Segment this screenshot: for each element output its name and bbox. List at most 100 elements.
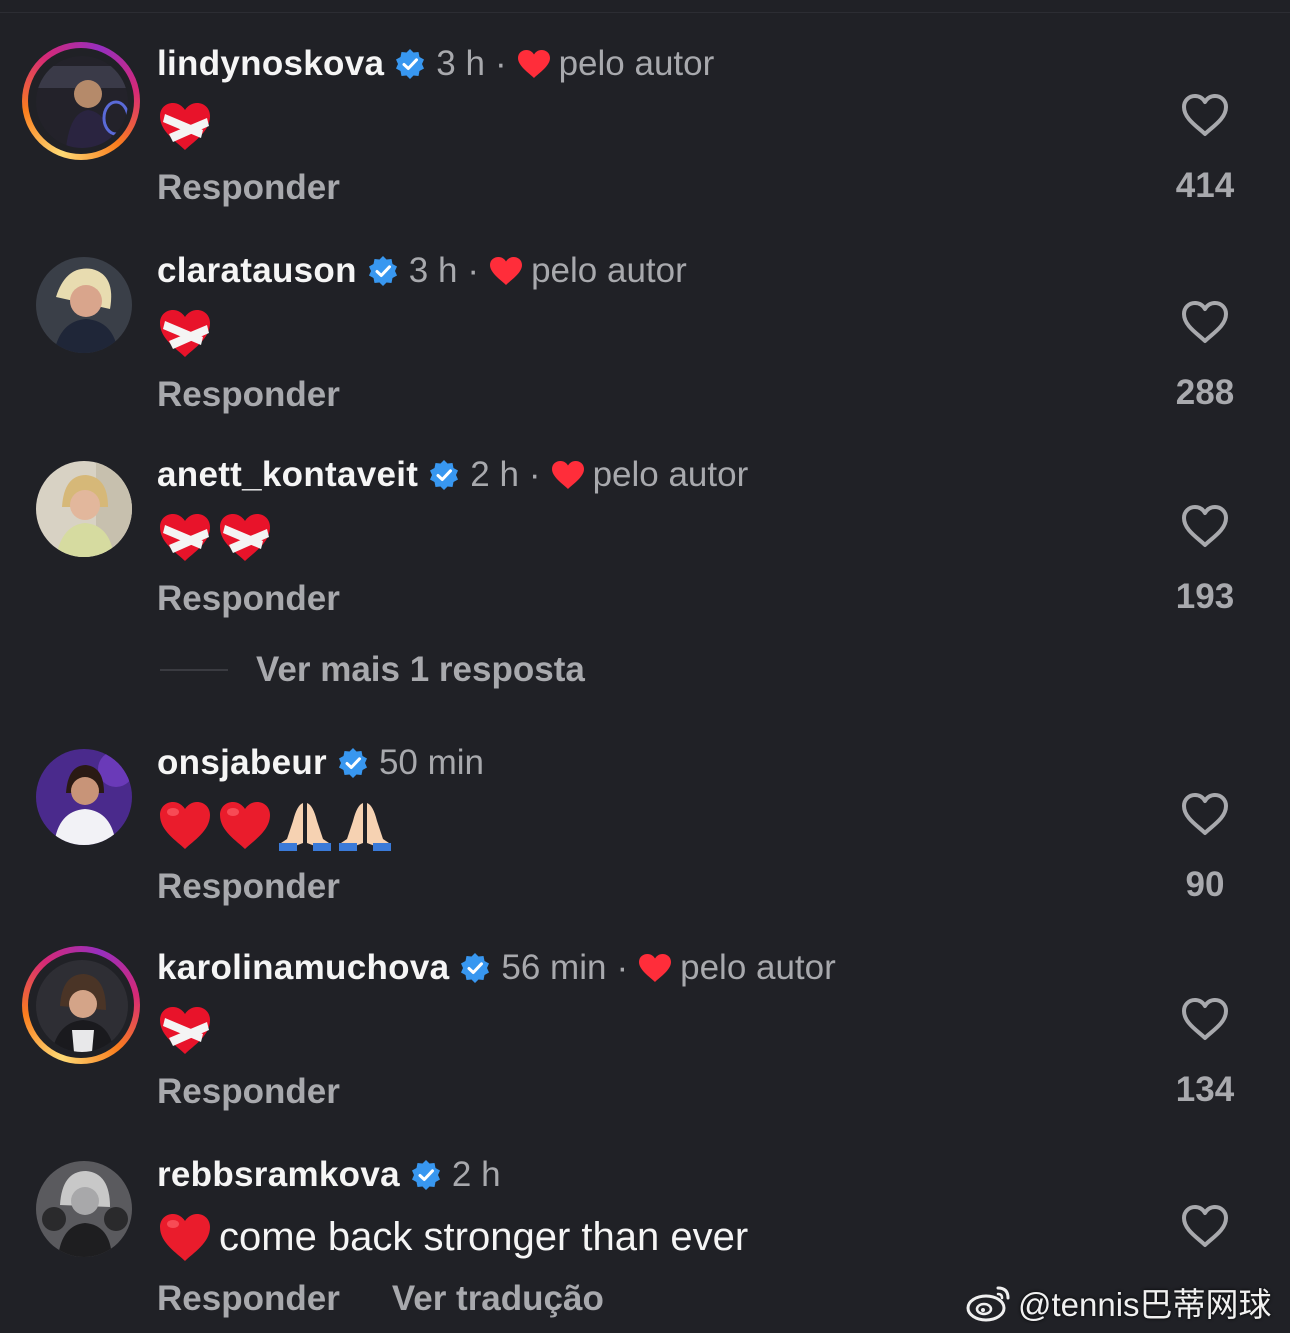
comment-actions: Responder xyxy=(157,579,340,619)
reply-button[interactable]: Responder xyxy=(157,375,340,415)
top-divider xyxy=(0,12,1290,13)
username[interactable]: anett_kontaveit xyxy=(157,455,418,495)
avatar[interactable] xyxy=(22,42,140,160)
reply-button[interactable]: Responder xyxy=(157,579,340,619)
like-count: 90 xyxy=(1185,865,1225,904)
comment-actions: Responder xyxy=(157,375,340,415)
comment-item: karolinamuchova 56 min · pelo autor Resp… xyxy=(0,946,1290,1116)
comment-actions: Responder Ver tradução xyxy=(157,1279,604,1319)
liked-by-author-label: pelo autor xyxy=(558,44,715,83)
author-like-heart-icon xyxy=(490,257,523,285)
replies-divider-line xyxy=(160,669,228,671)
reply-button[interactable]: Responder xyxy=(157,1279,340,1319)
like-heart-icon[interactable] xyxy=(1180,996,1230,1042)
avatar[interactable] xyxy=(22,453,140,571)
username[interactable]: karolinamuchova xyxy=(157,948,449,988)
comment-body xyxy=(157,96,217,156)
mending-heart-emoji-icon xyxy=(160,1007,210,1054)
like-count: 288 xyxy=(1175,373,1235,412)
comment-body xyxy=(157,303,217,363)
avatar[interactable] xyxy=(22,741,140,859)
verified-badge-icon xyxy=(338,748,367,778)
avatar-image xyxy=(36,461,132,557)
avatar-image xyxy=(36,56,128,148)
avatar-image xyxy=(36,1161,132,1257)
comment-header: onsjabeur 50 min xyxy=(157,741,484,785)
red-heart-emoji-icon xyxy=(160,1214,210,1261)
separator-dot: · xyxy=(494,44,507,83)
username[interactable]: rebbsramkova xyxy=(157,1155,400,1195)
mending-heart-emoji-icon xyxy=(160,103,210,150)
liked-by-author-label: pelo autor xyxy=(531,251,687,290)
comment-body xyxy=(157,795,397,855)
comment-time: 2 h xyxy=(451,1155,501,1194)
comment-item: anett_kontaveit 2 h · pelo autor Respond… xyxy=(0,453,1290,623)
verified-badge-icon xyxy=(368,256,397,286)
verified-badge-icon xyxy=(461,953,490,983)
separator-dot: · xyxy=(528,455,541,494)
verified-badge-icon xyxy=(396,49,425,79)
folded-hands-emoji-icon xyxy=(339,803,391,851)
comment-actions: Responder xyxy=(157,1072,340,1112)
avatar-image xyxy=(36,257,132,353)
comment-time: 56 min xyxy=(501,948,607,987)
view-more-replies-label: Ver mais 1 resposta xyxy=(256,650,585,689)
red-heart-emoji-icon xyxy=(160,802,210,849)
liked-by-author-label: pelo autor xyxy=(680,948,836,987)
mending-heart-emoji-icon xyxy=(220,514,270,561)
comment-header: anett_kontaveit 2 h · pelo autor xyxy=(157,453,748,497)
comment-item: onsjabeur 50 min Responder 90 xyxy=(0,741,1290,911)
watermark-text: @tennis巴蒂网球 xyxy=(1018,1286,1272,1323)
translate-button[interactable]: Ver tradução xyxy=(392,1279,604,1319)
reply-button[interactable]: Responder xyxy=(157,1072,340,1112)
folded-hands-emoji-icon xyxy=(279,803,331,851)
username[interactable]: claratauson xyxy=(157,251,357,291)
mending-heart-emoji-icon xyxy=(160,310,210,357)
like-heart-icon[interactable] xyxy=(1180,92,1230,138)
comment-header: rebbsramkova 2 h xyxy=(157,1153,501,1197)
username[interactable]: onsjabeur xyxy=(157,743,327,783)
like-count: 134 xyxy=(1175,1070,1235,1109)
comment-actions: Responder xyxy=(157,168,340,208)
avatar[interactable] xyxy=(22,1153,140,1271)
reply-button[interactable]: Responder xyxy=(157,867,340,907)
comment-item: lindynoskova 3 h · pelo autor Responder … xyxy=(0,42,1290,212)
comment-time: 2 h xyxy=(470,455,519,494)
separator-dot: · xyxy=(467,251,480,290)
comment-body xyxy=(157,507,277,567)
comment-header: claratauson 3 h · pelo autor xyxy=(157,249,687,293)
author-like-heart-icon xyxy=(517,50,550,78)
reply-button[interactable]: Responder xyxy=(157,168,340,208)
comment-time: 50 min xyxy=(378,743,485,782)
comment-header: karolinamuchova 56 min · pelo autor xyxy=(157,946,836,990)
comment-text: come back stronger than ever xyxy=(219,1214,749,1259)
like-count: 414 xyxy=(1175,166,1235,205)
like-heart-icon[interactable] xyxy=(1180,299,1230,345)
weibo-logo-icon xyxy=(966,1286,1010,1322)
like-heart-icon[interactable] xyxy=(1180,1203,1230,1249)
verified-badge-icon xyxy=(430,460,459,490)
verified-badge-icon xyxy=(411,1160,440,1190)
username[interactable]: lindynoskova xyxy=(157,44,384,84)
comment-item: claratauson 3 h · pelo autor Responder 2… xyxy=(0,249,1290,419)
like-heart-icon[interactable] xyxy=(1180,791,1230,837)
like-heart-icon[interactable] xyxy=(1180,503,1230,549)
comment-header: lindynoskova 3 h · pelo autor xyxy=(157,42,714,86)
avatar[interactable] xyxy=(22,946,140,1064)
comment-time: 3 h xyxy=(408,251,458,290)
comment-body: come back stronger than ever xyxy=(157,1207,748,1267)
avatar-image xyxy=(36,749,132,845)
view-more-replies-button[interactable]: Ver mais 1 resposta xyxy=(160,648,585,692)
author-like-heart-icon xyxy=(639,954,672,982)
avatar[interactable] xyxy=(22,249,140,367)
liked-by-author-label: pelo autor xyxy=(592,455,749,494)
comment-actions: Responder xyxy=(157,867,340,907)
avatar-image xyxy=(36,960,128,1052)
comment-body xyxy=(157,1000,217,1060)
mending-heart-emoji-icon xyxy=(160,514,210,561)
like-count: 193 xyxy=(1175,577,1235,616)
red-heart-emoji-icon xyxy=(220,802,270,849)
watermark: @tennis巴蒂网球 xyxy=(966,1280,1272,1324)
separator-dot: · xyxy=(616,948,629,987)
author-like-heart-icon xyxy=(551,461,584,489)
